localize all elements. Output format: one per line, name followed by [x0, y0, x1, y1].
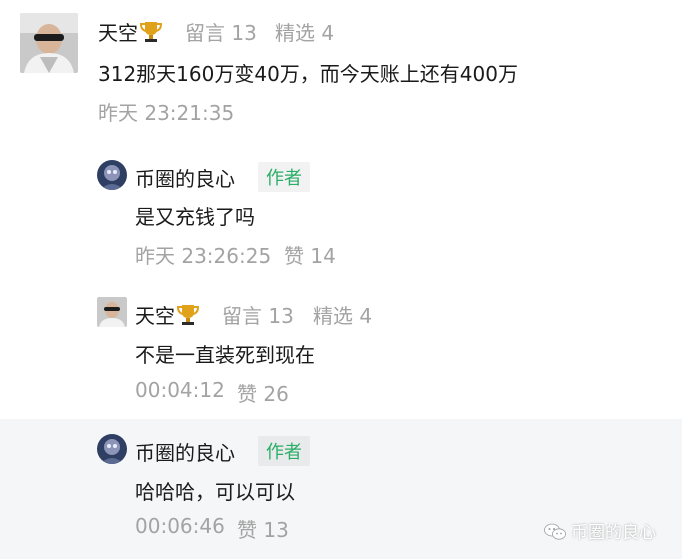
messages-count: 留言 13: [222, 304, 294, 328]
avatar[interactable]: [97, 160, 127, 190]
reply-author[interactable]: 币圈的良心: [135, 437, 235, 466]
watermark-text: 币圈的良心: [571, 523, 656, 543]
author-name[interactable]: 天空: [98, 21, 138, 45]
author-badge: 作者: [258, 162, 310, 192]
author-badge: 作者: [258, 436, 310, 466]
watermark: 币圈的良心: [544, 518, 656, 545]
reply-content: 不是一直装死到现在: [135, 343, 315, 367]
reply-content: 是又充钱了吗: [135, 205, 255, 229]
avatar[interactable]: [20, 13, 78, 73]
comment-author[interactable]: 天空: [98, 17, 163, 46]
like-count[interactable]: 赞 13: [237, 514, 289, 543]
trophy-icon: [139, 20, 163, 44]
author-name[interactable]: 天空: [135, 304, 175, 328]
wechat-icon: [544, 523, 566, 545]
reply-content: 哈哈哈，可以可以: [135, 480, 295, 504]
reply-author[interactable]: 币圈的良心: [135, 163, 235, 192]
like-count[interactable]: 赞 14: [284, 240, 336, 269]
comment-content: 312那天160万变40万，而今天账上还有400万: [98, 62, 518, 86]
avatar[interactable]: [97, 434, 127, 464]
comment-time: 昨天 23:21:35: [98, 101, 235, 125]
avatar[interactable]: [97, 297, 127, 327]
reply-time: 00:04:12: [135, 378, 225, 402]
featured-count: 精选 4: [275, 21, 335, 45]
featured-count: 精选 4: [313, 304, 373, 328]
trophy-icon: [176, 303, 200, 327]
reply-author[interactable]: 天空: [135, 300, 200, 329]
reply-time: 00:06:46: [135, 514, 225, 538]
like-count[interactable]: 赞 26: [237, 378, 289, 407]
messages-count: 留言 13: [185, 21, 257, 45]
reply-time: 昨天 23:26:25: [135, 244, 272, 268]
